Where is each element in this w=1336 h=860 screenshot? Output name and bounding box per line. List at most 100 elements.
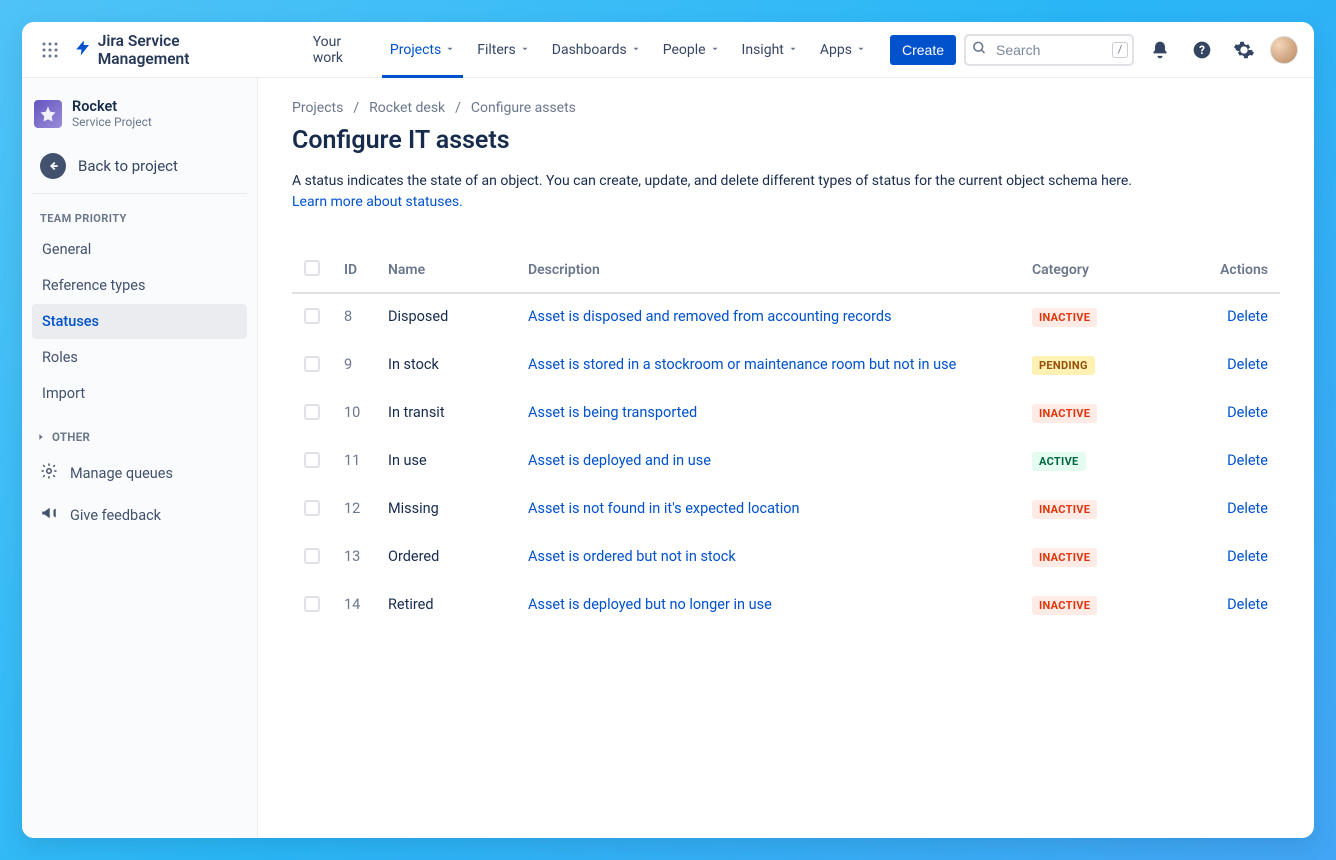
table-row: 8DisposedAsset is disposed and removed f… <box>292 293 1280 342</box>
product-logo[interactable]: Jira Service Management <box>74 32 273 68</box>
row-description-link[interactable]: Asset is deployed and in use <box>516 438 1020 486</box>
notifications-icon[interactable] <box>1144 34 1176 66</box>
delete-button[interactable]: Delete <box>1227 404 1268 421</box>
row-checkbox[interactable] <box>304 308 320 324</box>
main-content: Projects / Rocket desk / Configure asset… <box>258 78 1314 838</box>
table-row: 11In useAsset is deployed and in useACTI… <box>292 438 1280 486</box>
nav-dashboards[interactable]: Dashboards <box>544 36 649 64</box>
back-label: Back to project <box>78 157 178 175</box>
chevron-down-icon <box>520 42 530 58</box>
table-row: 13OrderedAsset is ordered but not in sto… <box>292 534 1280 582</box>
sidebar-item-general[interactable]: General <box>32 232 247 267</box>
project-header[interactable]: Rocket Service Project <box>32 92 247 139</box>
row-id: 8 <box>332 293 376 342</box>
create-button[interactable]: Create <box>890 35 956 65</box>
manage-queues-label: Manage queues <box>70 465 173 482</box>
sidebar-item-roles[interactable]: Roles <box>32 340 247 375</box>
chevron-down-icon <box>631 42 641 58</box>
delete-button[interactable]: Delete <box>1227 452 1268 469</box>
column-header-id[interactable]: ID <box>332 250 376 293</box>
row-id: 10 <box>332 390 376 438</box>
sidebar-item-statuses[interactable]: Statuses <box>32 304 247 339</box>
row-id: 12 <box>332 486 376 534</box>
sidebar-item-import[interactable]: Import <box>32 376 247 411</box>
status-badge: INACTIVE <box>1032 308 1097 327</box>
row-checkbox[interactable] <box>304 500 320 516</box>
delete-button[interactable]: Delete <box>1227 596 1268 613</box>
row-description-link[interactable]: Asset is ordered but not in stock <box>516 534 1020 582</box>
help-icon[interactable]: ? <box>1186 34 1218 66</box>
nav-your-work[interactable]: Your work <box>305 28 376 72</box>
row-description-link[interactable]: Asset is not found in it's expected loca… <box>516 486 1020 534</box>
sidebar-section-label: TEAM PRIORITY <box>32 202 247 231</box>
page-description: A status indicates the state of an objec… <box>292 171 1280 192</box>
svg-text:?: ? <box>1199 43 1205 57</box>
gear-icon <box>40 462 58 484</box>
chevron-right-icon <box>36 432 46 442</box>
select-all-checkbox[interactable] <box>304 260 320 276</box>
table-row: 9In stockAsset is stored in a stockroom … <box>292 342 1280 390</box>
row-checkbox[interactable] <box>304 596 320 612</box>
nav-people[interactable]: People <box>655 36 728 64</box>
manage-queues-button[interactable]: Manage queues <box>32 452 247 494</box>
delete-button[interactable]: Delete <box>1227 500 1268 517</box>
search-shortcut-key: / <box>1112 42 1128 58</box>
settings-icon[interactable] <box>1228 34 1260 66</box>
project-icon <box>34 100 62 128</box>
table-row: 12MissingAsset is not found in it's expe… <box>292 486 1280 534</box>
avatar[interactable] <box>1270 36 1298 64</box>
app-switcher-icon[interactable] <box>38 38 62 62</box>
project-name: Rocket <box>72 98 152 115</box>
sidebar-item-reference-types[interactable]: Reference types <box>32 268 247 303</box>
nav-apps[interactable]: Apps <box>812 36 874 64</box>
row-name: In transit <box>376 390 516 438</box>
chevron-down-icon <box>445 42 455 58</box>
column-header-category[interactable]: Category <box>1020 250 1200 293</box>
page-title: Configure IT assets <box>292 126 1280 155</box>
row-description-link[interactable]: Asset is disposed and removed from accou… <box>516 293 1020 342</box>
row-name: Ordered <box>376 534 516 582</box>
give-feedback-button[interactable]: Give feedback <box>32 494 247 536</box>
nav-filters[interactable]: Filters <box>469 36 538 64</box>
breadcrumb-projects[interactable]: Projects <box>292 100 343 116</box>
row-checkbox[interactable] <box>304 356 320 372</box>
row-id: 13 <box>332 534 376 582</box>
delete-button[interactable]: Delete <box>1227 548 1268 565</box>
sidebar: Rocket Service Project Back to project T… <box>22 78 258 838</box>
row-description-link[interactable]: Asset is being transported <box>516 390 1020 438</box>
row-name: In use <box>376 438 516 486</box>
breadcrumb-project[interactable]: Rocket desk <box>369 100 445 116</box>
project-type: Service Project <box>72 115 152 129</box>
row-checkbox[interactable] <box>304 548 320 564</box>
breadcrumb-page[interactable]: Configure assets <box>471 100 576 116</box>
row-checkbox[interactable] <box>304 452 320 468</box>
top-nav: Jira Service Management Your workProject… <box>22 22 1314 78</box>
give-feedback-label: Give feedback <box>70 507 161 524</box>
back-to-project-button[interactable]: Back to project <box>32 139 247 194</box>
delete-button[interactable]: Delete <box>1227 356 1268 373</box>
row-id: 14 <box>332 582 376 630</box>
delete-button[interactable]: Delete <box>1227 308 1268 325</box>
sidebar-other-toggle[interactable]: OTHER <box>32 422 247 452</box>
chevron-down-icon <box>856 42 866 58</box>
chevron-down-icon <box>710 42 720 58</box>
row-description-link[interactable]: Asset is deployed but no longer in use <box>516 582 1020 630</box>
learn-more-link[interactable]: Learn more about statuses. <box>292 194 1280 210</box>
search-input[interactable] <box>964 34 1134 66</box>
search-icon <box>972 40 987 59</box>
row-description-link[interactable]: Asset is stored in a stockroom or mainte… <box>516 342 1020 390</box>
row-name: Retired <box>376 582 516 630</box>
statuses-table: ID Name Description Category Actions 8Di… <box>292 250 1280 630</box>
column-header-name[interactable]: Name <box>376 250 516 293</box>
column-header-description[interactable]: Description <box>516 250 1020 293</box>
row-id: 9 <box>332 342 376 390</box>
jira-bolt-icon <box>74 39 92 61</box>
nav-projects[interactable]: Projects <box>382 36 463 64</box>
back-arrow-icon <box>40 153 66 179</box>
nav-insight[interactable]: Insight <box>734 36 806 64</box>
row-checkbox[interactable] <box>304 404 320 420</box>
status-badge: INACTIVE <box>1032 404 1097 423</box>
product-name: Jira Service Management <box>98 32 273 68</box>
status-badge: INACTIVE <box>1032 548 1097 567</box>
row-name: Disposed <box>376 293 516 342</box>
